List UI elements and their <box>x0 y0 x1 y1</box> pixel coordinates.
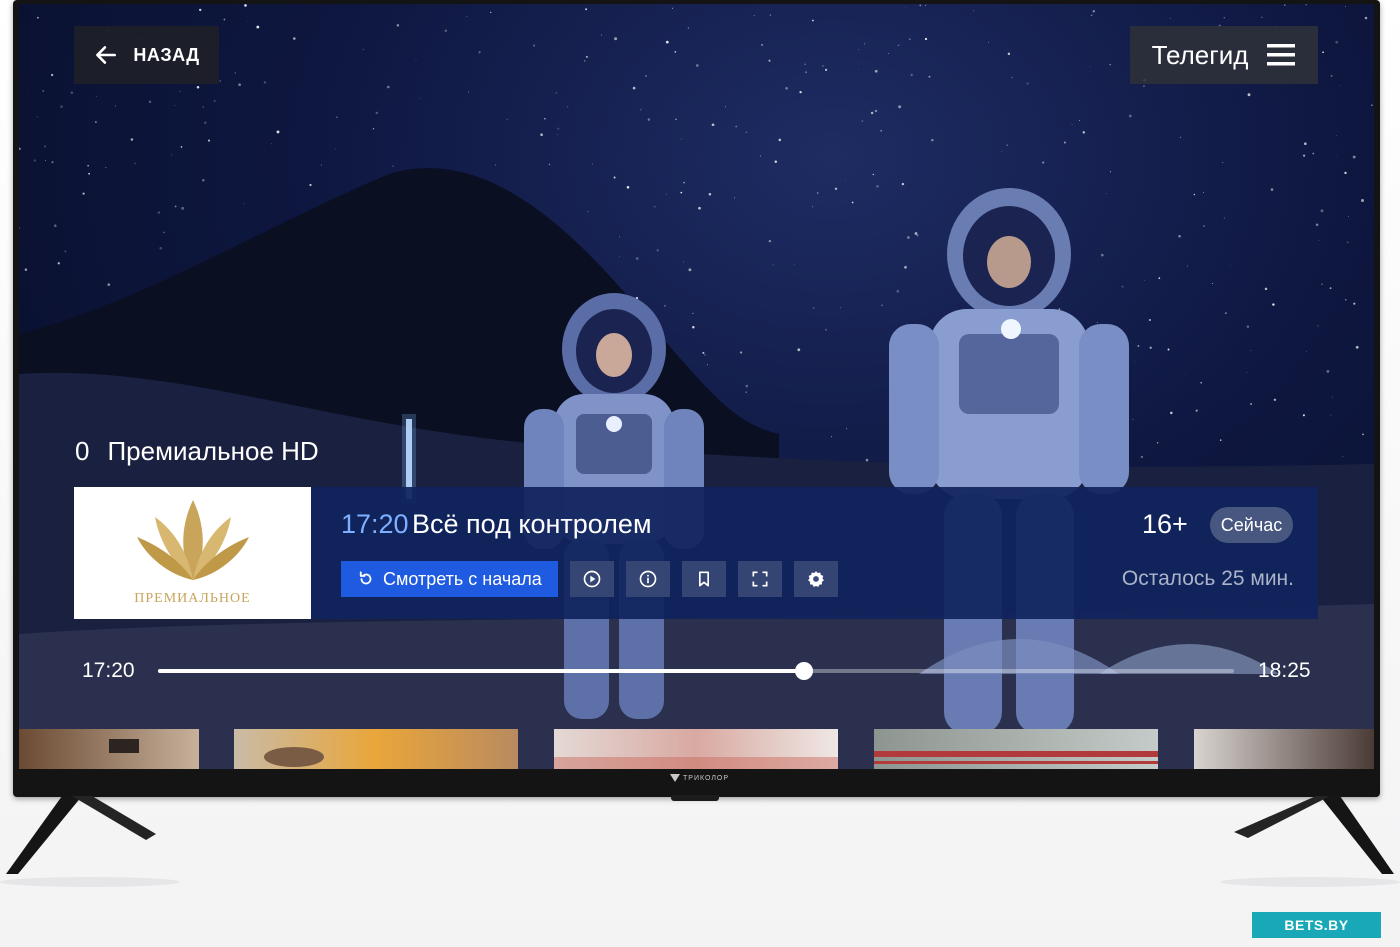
channel-name: Премиальное HD <box>107 436 319 466</box>
status-badge: Сейчас <box>1210 507 1293 543</box>
settings-button[interactable] <box>793 561 838 597</box>
restart-icon <box>359 571 372 585</box>
watch-from-start-button[interactable]: Смотреть с начала <box>341 561 558 597</box>
play-button[interactable] <box>569 561 614 597</box>
play-circle-icon <box>583 570 601 588</box>
brand-mark-icon <box>670 774 680 782</box>
tv-guide-button[interactable]: Телегид <box>1130 26 1318 84</box>
program-start-time: 17:20 <box>341 509 409 539</box>
channel-logo: ПРЕМИАЛЬНОЕ <box>74 487 311 619</box>
tv-brand-text: ТРИКОЛОР <box>683 774 730 782</box>
channel-number: 0 <box>75 436 90 466</box>
tv-guide-label: Телегид <box>1151 39 1249 70</box>
fullscreen-icon <box>752 571 768 587</box>
product-photo: НАЗАД Телегид 0 Премиальное HD ПРЕМИАЛЬНО… <box>0 0 1400 947</box>
thumbnail-1[interactable] <box>19 729 199 769</box>
progress-knob[interactable] <box>794 662 813 680</box>
thumbnail-2[interactable] <box>234 729 518 769</box>
program-info-panel: ПРЕМИАЛЬНОЕ 17:20 Всё под контролем 16+ … <box>74 487 1318 619</box>
program-actions: Смотреть с начала <box>341 561 838 597</box>
thumbnail-4[interactable] <box>874 729 1158 769</box>
fullscreen-button[interactable] <box>737 561 782 597</box>
crown-logo-icon <box>136 500 249 580</box>
back-button-label: НАЗАД <box>133 44 200 65</box>
tv-brand-logo: ТРИКОЛОР <box>670 774 729 782</box>
thumbnail-strip <box>19 729 1374 769</box>
watermark-badge: BETS.BY <box>1252 912 1381 938</box>
program-title: Всё под контролем <box>412 509 652 539</box>
gear-icon <box>807 571 824 587</box>
info-icon <box>639 570 657 588</box>
bookmark-icon <box>698 571 709 587</box>
info-button[interactable] <box>625 561 670 597</box>
tv-screen: НАЗАД Телегид 0 Премиальное HD ПРЕМИАЛЬНО… <box>19 4 1374 769</box>
thumbnail-5[interactable] <box>1194 729 1374 769</box>
progress-start-time: 17:20 <box>82 659 135 682</box>
hamburger-menu-icon <box>1267 44 1296 66</box>
progress-end-time: 18:25 <box>1258 659 1311 682</box>
channel-info: 0 Премиальное HD <box>75 436 319 467</box>
back-button[interactable]: НАЗАД <box>74 26 219 84</box>
channel-logo-text: ПРЕМИАЛЬНОЕ <box>134 591 251 606</box>
bookmark-button[interactable] <box>681 561 726 597</box>
watch-from-start-label: Смотреть с начала <box>383 568 542 589</box>
remaining-time: Осталось 25 мин. <box>1121 567 1294 590</box>
progress-fill <box>158 669 804 673</box>
arrow-left-icon <box>96 46 117 64</box>
progress-track[interactable] <box>158 662 1234 680</box>
age-rating: 16+ <box>1142 509 1188 539</box>
tv-stand-legs <box>0 796 1400 887</box>
thumbnail-3[interactable] <box>554 729 838 769</box>
